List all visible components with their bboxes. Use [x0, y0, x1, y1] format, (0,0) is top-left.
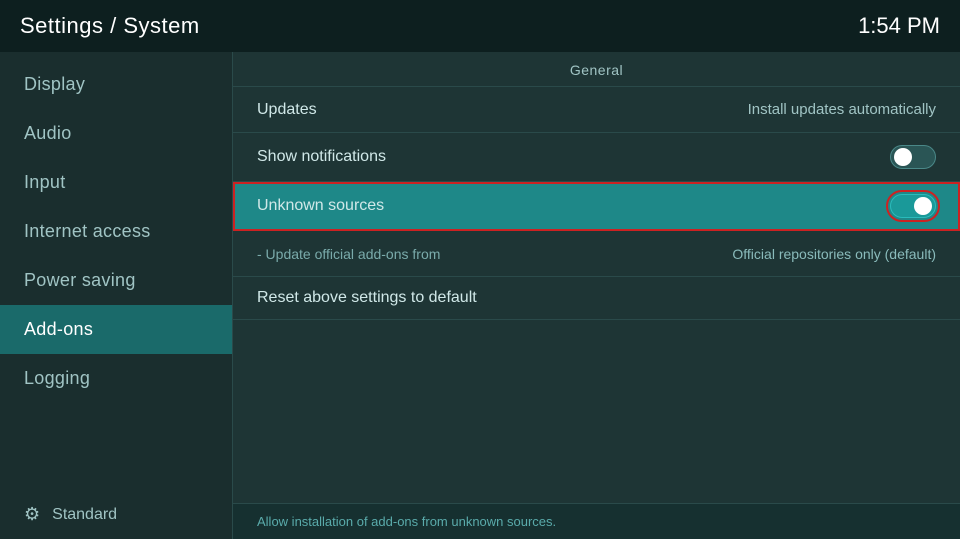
gear-icon: ⚙: [24, 504, 40, 525]
reset-label: Reset above settings to default: [257, 289, 477, 306]
sidebar-item-display[interactable]: Display: [0, 60, 232, 109]
sidebar-item-add-ons[interactable]: Add-ons: [0, 305, 232, 354]
toggle-knob-unknown: [914, 197, 932, 215]
footer-text: Allow installation of add-ons from unkno…: [257, 514, 556, 529]
update-addons-row[interactable]: - Update official add-ons from Official …: [233, 231, 960, 277]
page-title: Settings / System: [20, 13, 200, 39]
main-layout: Display Audio Input Internet access Powe…: [0, 52, 960, 539]
sidebar-footer-label: Standard: [52, 506, 117, 524]
sidebar: Display Audio Input Internet access Powe…: [0, 52, 232, 539]
sidebar-item-input[interactable]: Input: [0, 158, 232, 207]
header: Settings / System 1:54 PM: [0, 0, 960, 52]
settings-panel: General Updates Install updates automati…: [233, 52, 960, 503]
sidebar-item-logging[interactable]: Logging: [0, 354, 232, 403]
content-area: General Updates Install updates automati…: [233, 52, 960, 539]
unknown-sources-label: Unknown sources: [257, 197, 384, 215]
toggle-knob: [894, 148, 912, 166]
updates-value: Install updates automatically: [748, 101, 936, 118]
unknown-sources-row[interactable]: Unknown sources: [233, 182, 960, 231]
reset-row[interactable]: Reset above settings to default: [233, 277, 960, 320]
clock: 1:54 PM: [858, 13, 940, 39]
sidebar-item-power-saving[interactable]: Power saving: [0, 256, 232, 305]
show-notifications-toggle[interactable]: [890, 145, 936, 169]
show-notifications-label: Show notifications: [257, 148, 386, 166]
update-addons-label: - Update official add-ons from: [257, 246, 440, 262]
updates-row[interactable]: Updates Install updates automatically: [233, 87, 960, 133]
updates-label: Updates: [257, 101, 317, 119]
sidebar-item-audio[interactable]: Audio: [0, 109, 232, 158]
content-footer: Allow installation of add-ons from unkno…: [233, 503, 960, 539]
sidebar-item-internet-access[interactable]: Internet access: [0, 207, 232, 256]
sidebar-footer[interactable]: ⚙ Standard: [0, 490, 232, 539]
show-notifications-row[interactable]: Show notifications: [233, 133, 960, 182]
unknown-sources-toggle[interactable]: [890, 194, 936, 218]
update-addons-value: Official repositories only (default): [732, 246, 936, 262]
section-header: General: [233, 52, 960, 87]
